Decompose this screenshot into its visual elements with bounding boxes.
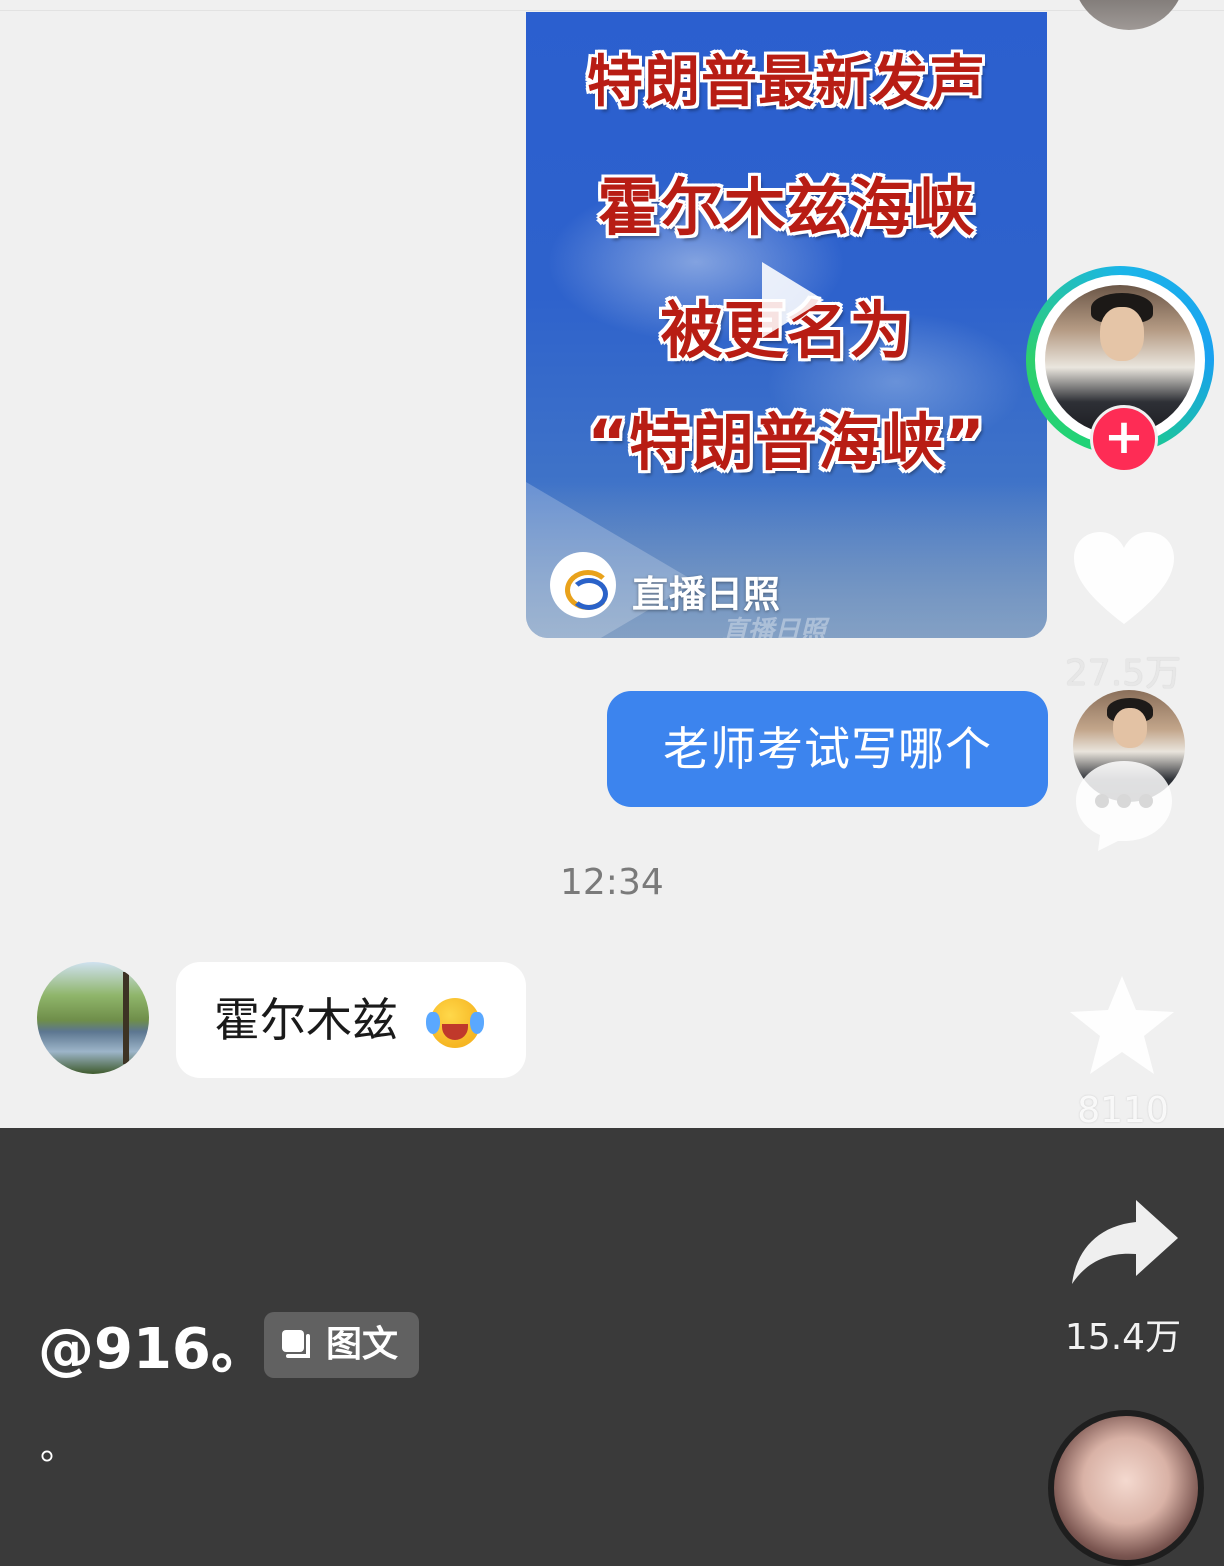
post-type-label: 图文 [326,1324,399,1365]
divider [0,10,1224,11]
image-text-icon [282,1330,310,1358]
post-type-badge: 图文 [264,1312,419,1378]
post-caption: 。 [40,1427,77,1468]
chat-screenshot: 特朗普最新发声 霍尔木兹海峡 被更名为 “特朗普海峡” 直播日照 直播日照 老师… [0,0,1224,1128]
heart-icon[interactable] [1070,528,1178,628]
follow-button[interactable]: + [1090,405,1158,473]
crying-laughing-emoji-icon [426,998,484,1048]
received-message-bubble[interactable]: 霍尔木兹 [176,962,526,1078]
video-watermark: 直播日照 [722,616,827,638]
channel-logo-icon [550,552,616,618]
music-disc[interactable] [1048,1410,1204,1566]
video-headline: 霍尔木兹海峡 [597,171,976,244]
shared-video-card[interactable]: 特朗普最新发声 霍尔木兹海峡 被更名为 “特朗普海峡” 直播日照 直播日照 [526,12,1047,638]
play-icon[interactable] [762,262,824,338]
like-count: 27.5万 [1064,653,1182,694]
share-icon[interactable] [1066,1196,1182,1288]
received-message-text: 霍尔木兹 [214,993,398,1047]
comment-icon[interactable] [1072,755,1176,853]
favorite-count: 8110 [1077,1090,1169,1131]
video-headline: “特朗普海峡” [587,406,986,479]
video-headline: 特朗普最新发声 [587,50,986,115]
sent-message-bubble[interactable]: 老师考试写哪个 [607,691,1048,807]
contact-avatar[interactable] [37,962,149,1074]
author-handle[interactable]: @916。 [38,1304,267,1385]
message-timestamp: 12:34 [560,862,664,903]
share-count: 15.4万 [1064,1317,1182,1358]
star-icon[interactable] [1066,972,1178,1080]
